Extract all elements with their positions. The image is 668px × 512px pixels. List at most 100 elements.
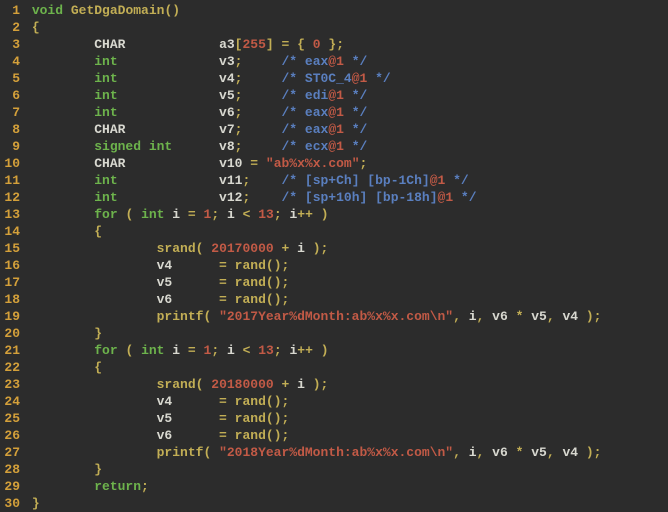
token-plain bbox=[118, 190, 219, 205]
code-line: 12 int v12; /* [sp+10h] [bp-18h]@1 */ bbox=[0, 189, 668, 206]
line-number: 20 bbox=[0, 325, 24, 342]
token-punct: } bbox=[94, 326, 102, 341]
token-ident: v6 bbox=[492, 309, 508, 324]
token-cmt: /* [sp+10h] [bp-18h] bbox=[281, 190, 437, 205]
token-punct: (); bbox=[266, 394, 289, 409]
token-plain bbox=[172, 428, 219, 443]
token-ident: v3 bbox=[219, 54, 235, 69]
code-line: 23 srand( 20180000 + i ); bbox=[0, 376, 668, 393]
line-number: 27 bbox=[0, 444, 24, 461]
token-func: rand bbox=[235, 275, 266, 290]
token-func: GetDgaDomain bbox=[71, 3, 165, 18]
code-content: for ( int i = 1; i < 13; i++ ) bbox=[24, 206, 668, 223]
token-func: rand bbox=[235, 292, 266, 307]
line-number: 3 bbox=[0, 36, 24, 53]
token-plain bbox=[289, 37, 297, 52]
token-cmt: /* ecx bbox=[281, 139, 328, 154]
token-plain bbox=[313, 207, 321, 222]
token-cmt: */ bbox=[344, 122, 367, 137]
token-plain bbox=[227, 394, 235, 409]
token-kw: for bbox=[94, 207, 117, 222]
token-plain bbox=[196, 207, 204, 222]
code-content: printf( "2017Year%dMonth:ab%x%x.com\n", … bbox=[24, 308, 668, 325]
code-line: 13 for ( int i = 1; i < 13; i++ ) bbox=[0, 206, 668, 223]
code-line: 10 CHAR v10 = "ab%x%x.com"; bbox=[0, 155, 668, 172]
token-plain bbox=[125, 122, 219, 137]
token-plain bbox=[172, 258, 219, 273]
token-kw: int bbox=[94, 105, 117, 120]
token-ident: v7 bbox=[219, 122, 235, 137]
token-plain bbox=[227, 292, 235, 307]
line-number: 16 bbox=[0, 257, 24, 274]
code-line: 29 return; bbox=[0, 478, 668, 495]
line-number: 23 bbox=[0, 376, 24, 393]
token-punct: ); bbox=[586, 309, 602, 324]
token-plain bbox=[211, 309, 219, 324]
line-number: 28 bbox=[0, 461, 24, 478]
code-line: 17 v5 = rand(); bbox=[0, 274, 668, 291]
token-plain bbox=[196, 343, 204, 358]
code-content: } bbox=[24, 495, 668, 512]
token-kw: signed int bbox=[94, 139, 172, 154]
token-func: srand bbox=[157, 241, 196, 256]
code-line: 28 } bbox=[0, 461, 668, 478]
token-at: @1 bbox=[430, 173, 446, 188]
token-plain bbox=[508, 309, 516, 324]
code-content: v5 = rand(); bbox=[24, 410, 668, 427]
code-line: 20 } bbox=[0, 325, 668, 342]
token-punct: (); bbox=[266, 275, 289, 290]
code-line: 7 int v6; /* eax@1 */ bbox=[0, 104, 668, 121]
token-str: "2017Year%dMonth:ab%x%x.com\n" bbox=[219, 309, 453, 324]
token-ident: v5 bbox=[157, 411, 173, 426]
token-plain bbox=[172, 411, 219, 426]
code-content: srand( 20180000 + i ); bbox=[24, 376, 668, 393]
line-number: 24 bbox=[0, 393, 24, 410]
token-kw: for bbox=[94, 343, 117, 358]
token-func: printf bbox=[157, 309, 204, 324]
token-plain bbox=[235, 343, 243, 358]
line-number: 19 bbox=[0, 308, 24, 325]
token-punct: { bbox=[32, 20, 40, 35]
token-num: 255 bbox=[242, 37, 265, 52]
token-ident: v6 bbox=[219, 105, 235, 120]
token-punct: , bbox=[453, 445, 461, 460]
token-ident: v8 bbox=[219, 139, 235, 154]
code-line: 2 { bbox=[0, 19, 668, 36]
code-line: 16 v4 = rand(); bbox=[0, 257, 668, 274]
code-content: { bbox=[24, 223, 668, 240]
token-plain bbox=[484, 445, 492, 460]
token-plain bbox=[274, 37, 282, 52]
token-plain bbox=[118, 173, 219, 188]
code-viewer: 1 void GetDgaDomain()2 {3 CHAR a3[255] =… bbox=[0, 2, 668, 512]
code-content: printf( "2018Year%dMonth:ab%x%x.com\n", … bbox=[24, 444, 668, 461]
code-line: 24 v4 = rand(); bbox=[0, 393, 668, 410]
token-cmt: */ bbox=[344, 54, 367, 69]
token-plain bbox=[172, 292, 219, 307]
token-plain bbox=[227, 275, 235, 290]
token-func: srand bbox=[157, 377, 196, 392]
token-plain bbox=[125, 156, 219, 171]
token-func: rand bbox=[235, 258, 266, 273]
token-plain bbox=[578, 445, 586, 460]
token-plain bbox=[172, 394, 219, 409]
line-number: 2 bbox=[0, 19, 24, 36]
token-kw: int bbox=[94, 54, 117, 69]
line-number: 15 bbox=[0, 240, 24, 257]
code-line: 15 srand( 20170000 + i ); bbox=[0, 240, 668, 257]
token-plain bbox=[250, 173, 281, 188]
token-plain bbox=[484, 309, 492, 324]
token-plain bbox=[172, 275, 219, 290]
token-punct: () bbox=[164, 3, 180, 18]
token-plain bbox=[180, 207, 188, 222]
line-number: 30 bbox=[0, 495, 24, 512]
token-kw: int bbox=[94, 173, 117, 188]
code-line: 22 { bbox=[0, 359, 668, 376]
token-punct: } bbox=[94, 462, 102, 477]
token-kw: int bbox=[94, 190, 117, 205]
token-ident: a3 bbox=[219, 37, 235, 52]
token-punct: }; bbox=[328, 37, 344, 52]
token-plain bbox=[313, 343, 321, 358]
code-line: 27 printf( "2018Year%dMonth:ab%x%x.com\n… bbox=[0, 444, 668, 461]
token-type: CHAR bbox=[94, 37, 125, 52]
code-line: 3 CHAR a3[255] = { 0 }; bbox=[0, 36, 668, 53]
